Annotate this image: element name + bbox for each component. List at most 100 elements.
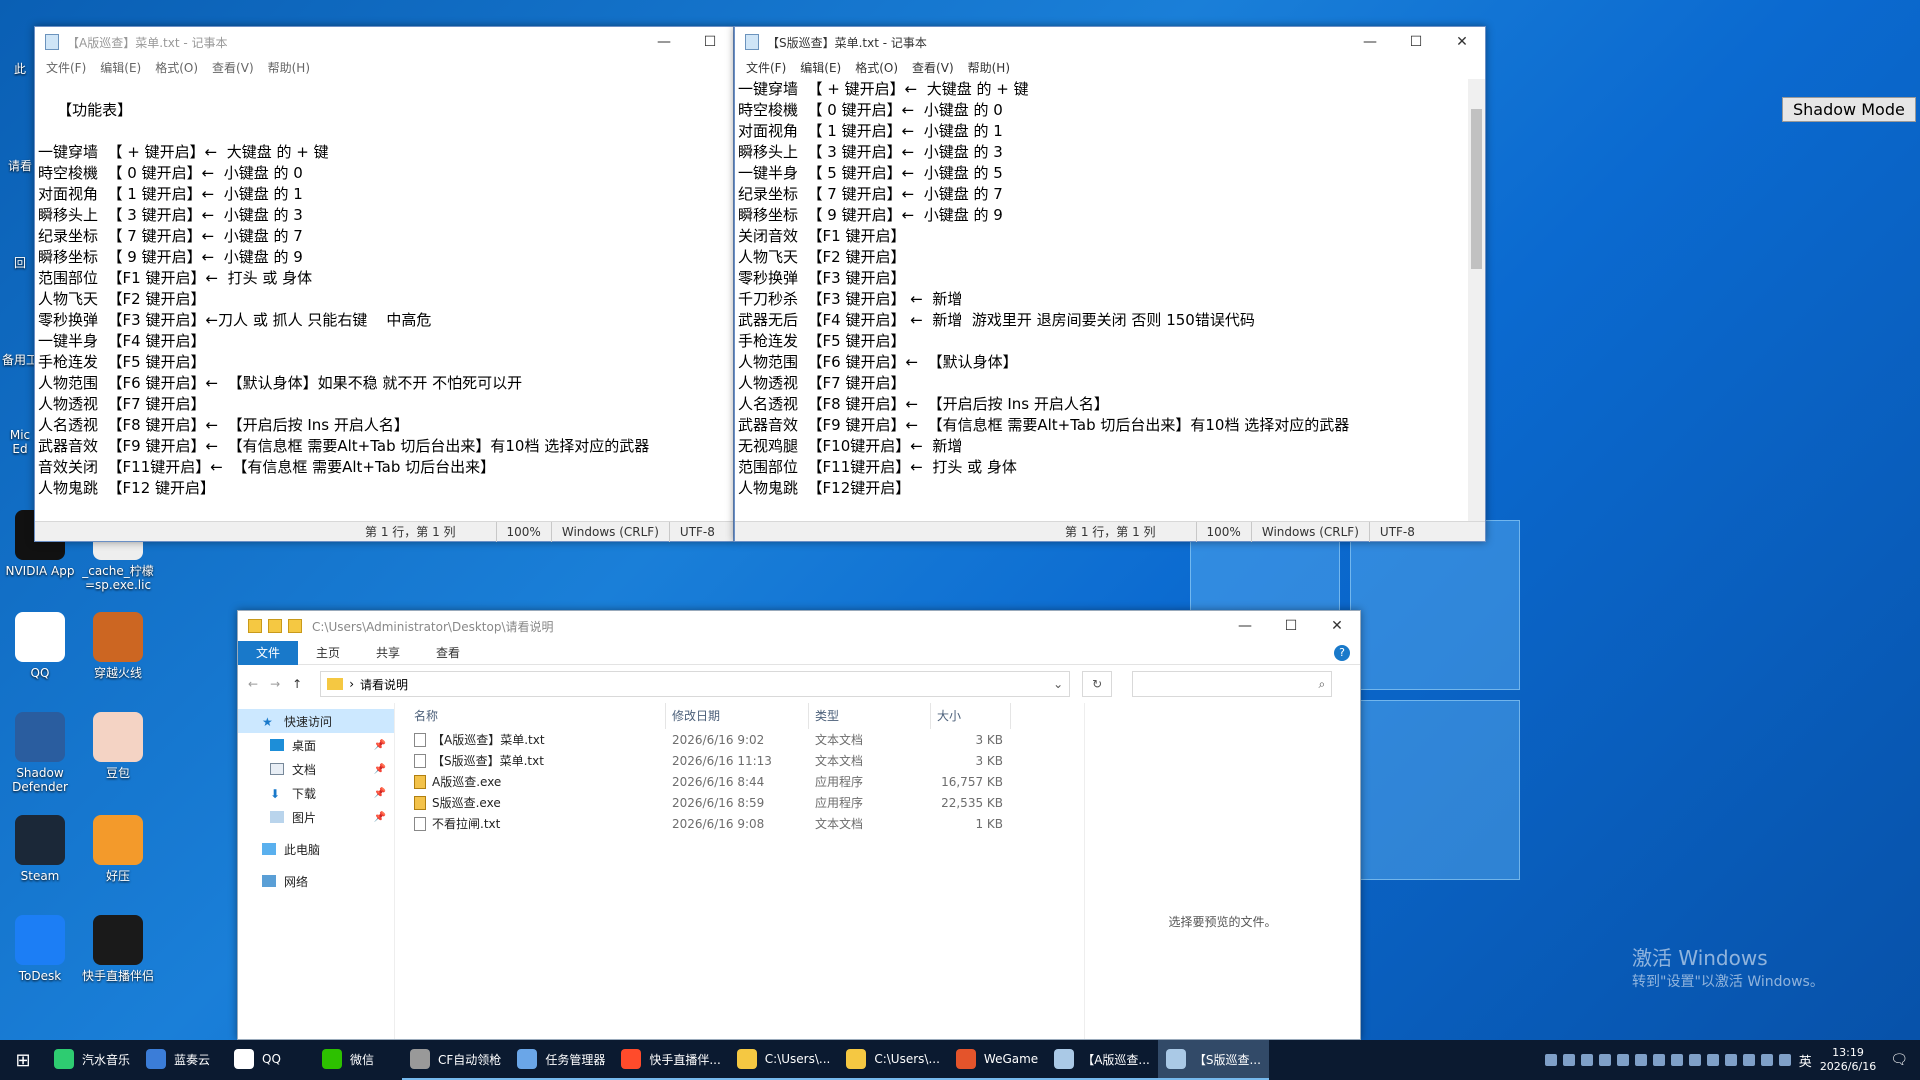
minimize-button[interactable]: — [1222, 611, 1268, 641]
shadow-mode-button[interactable]: Shadow Mode [1782, 97, 1916, 122]
desktop-icon-8[interactable]: ToDesk [2, 915, 78, 983]
taskbar-item[interactable]: CF自动领枪 [402, 1040, 510, 1080]
taskbar-item[interactable]: 任务管理器 [509, 1040, 614, 1080]
taskbar-item[interactable]: C:\Users\... [838, 1040, 948, 1080]
menu-edit[interactable]: 编辑(E) [793, 59, 848, 76]
maximize-button[interactable]: ☐ [1268, 611, 1314, 641]
tray-icon[interactable] [1562, 1054, 1575, 1066]
nav-pictures[interactable]: 图片 📌 [238, 805, 394, 829]
title-bar[interactable]: C:\Users\Administrator\Desktop\请看说明 — ☐ … [238, 611, 1360, 641]
tray-icon[interactable] [1670, 1054, 1683, 1066]
notification-icon[interactable]: 🗨 [1890, 1052, 1908, 1068]
tray-icon[interactable] [1760, 1054, 1773, 1066]
tray-icon[interactable] [1544, 1054, 1557, 1066]
tray-icon[interactable] [1688, 1054, 1701, 1066]
minimize-button[interactable]: — [1347, 27, 1393, 57]
taskbar-item[interactable]: 快手直播伴... [613, 1040, 729, 1080]
tray-icon[interactable] [1724, 1054, 1737, 1066]
desktop-icon-6[interactable]: Steam [2, 815, 78, 883]
nav-this-pc[interactable]: 此电脑 [238, 837, 394, 861]
title-bar[interactable]: 【A版巡查】菜单.txt - 记事本 — ☐ [35, 27, 733, 57]
properties-icon[interactable] [268, 619, 282, 633]
taskbar-item[interactable]: 【S版巡查... [1157, 1040, 1269, 1080]
taskbar-item[interactable]: 【A版巡查... [1046, 1040, 1158, 1080]
title-bar[interactable]: 【S版巡查】菜单.txt - 记事本 — ☐ ✕ [735, 27, 1485, 57]
menu-file[interactable]: 文件(F) [739, 59, 793, 76]
tray-icon[interactable] [1634, 1054, 1647, 1066]
address-bar[interactable]: › 请看说明 ⌄ [320, 671, 1071, 697]
clock[interactable]: 13:19 2026/6/16 [1820, 1046, 1876, 1074]
table-row[interactable]: 【A版巡查】菜单.txt 2026/6/16 9:02 文本文档 3 KB [406, 729, 1106, 750]
menu-file[interactable]: 文件(F) [39, 59, 93, 76]
menu-edit[interactable]: 编辑(E) [93, 59, 148, 76]
nav-network[interactable]: 网络 [238, 869, 394, 893]
search-input[interactable]: ⌕ [1132, 671, 1333, 697]
up-icon[interactable]: ↑ [292, 677, 302, 691]
taskbar-item[interactable]: 微信 [314, 1040, 402, 1080]
table-row[interactable]: S版巡查.exe 2026/6/16 8:59 应用程序 22,535 KB [406, 792, 1106, 813]
column-size[interactable]: 大小 [931, 703, 1011, 729]
taskbar-item[interactable]: 蓝奏云 [138, 1040, 226, 1080]
menu-help[interactable]: 帮助(H) [261, 59, 317, 76]
nav-downloads[interactable]: ⬇ 下载 📌 [238, 781, 394, 805]
close-button[interactable]: ✕ [1314, 611, 1360, 641]
table-row[interactable]: A版巡查.exe 2026/6/16 8:44 应用程序 16,757 KB [406, 771, 1106, 792]
taskbar-item[interactable]: C:\Users\... [728, 1040, 839, 1080]
tab-home[interactable]: 主页 [298, 641, 358, 665]
desktop-icon-2[interactable]: QQ [2, 612, 78, 680]
menu-format[interactable]: 格式(O) [148, 59, 205, 76]
text-editor[interactable]: 一键穿墙 【 + 键开启】← 大键盘 的 + 键 時空梭機 【 0 键开启】← … [735, 79, 1468, 521]
tray-icon[interactable] [1706, 1054, 1719, 1066]
chevron-down-icon[interactable]: ⌄ [1053, 677, 1063, 691]
tray-icon[interactable] [1616, 1054, 1629, 1066]
start-button[interactable]: ⊞ [0, 1040, 46, 1080]
help-icon[interactable]: ? [1334, 644, 1350, 661]
tab-view[interactable]: 查看 [418, 641, 478, 665]
scrollbar-thumb[interactable] [1471, 109, 1482, 269]
tray-icon[interactable] [1778, 1054, 1791, 1066]
file-date: 2026/6/16 8:44 [672, 774, 765, 789]
nav-quick-access[interactable]: ★ 快速访问 [238, 709, 394, 733]
text-editor[interactable]: 【功能表】 一键穿墙 【 + 键开启】← 大键盘 的 + 键 時空梭機 【 0 … [35, 79, 733, 521]
file-explorer-window[interactable]: C:\Users\Administrator\Desktop\请看说明 — ☐ … [237, 610, 1361, 1040]
refresh-button[interactable]: ↻ [1082, 671, 1113, 697]
table-row[interactable]: 【S版巡查】菜单.txt 2026/6/16 11:13 文本文档 3 KB [406, 750, 1106, 771]
tray-icon[interactable] [1580, 1054, 1593, 1066]
close-button[interactable]: ✕ [1439, 27, 1485, 57]
taskbar-item[interactable]: 汽水音乐 [46, 1040, 138, 1080]
desktop-icon-9[interactable]: 快手直播伴侣 [80, 915, 156, 983]
nav-desktop[interactable]: 桌面 📌 [238, 733, 394, 757]
desktop-icon-4[interactable]: Shadow Defender [2, 712, 78, 794]
tray-icon[interactable] [1742, 1054, 1755, 1066]
nav-documents[interactable]: 文档 📌 [238, 757, 394, 781]
maximize-button[interactable]: ☐ [687, 27, 733, 57]
vertical-scrollbar[interactable] [1468, 79, 1485, 521]
taskbar-item[interactable]: WeGame [947, 1040, 1047, 1080]
taskbar-item[interactable]: QQ [226, 1040, 314, 1080]
tab-share[interactable]: 共享 [358, 641, 418, 665]
menu-help[interactable]: 帮助(H) [961, 59, 1017, 76]
ime-indicator[interactable]: 英 [1799, 1051, 1812, 1070]
desktop-icon-5[interactable]: 豆包 [80, 712, 156, 780]
tray-icon[interactable] [1652, 1054, 1665, 1066]
menu-view[interactable]: 查看(V) [905, 59, 961, 76]
notepad-window-s[interactable]: 【S版巡查】菜单.txt - 记事本 — ☐ ✕ 文件(F) 编辑(E) 格式(… [734, 26, 1486, 542]
maximize-button[interactable]: ☐ [1393, 27, 1439, 57]
column-date[interactable]: 修改日期 [666, 703, 809, 729]
forward-icon[interactable]: → [270, 677, 280, 691]
tab-file[interactable]: 文件 [238, 640, 299, 665]
new-folder-icon[interactable] [288, 619, 302, 633]
tray-icon[interactable] [1598, 1054, 1611, 1066]
file-type: 文本文档 [815, 754, 864, 768]
menu-format[interactable]: 格式(O) [848, 59, 905, 76]
back-icon[interactable]: ← [248, 677, 258, 691]
desktop-icon-3[interactable]: 穿越火线 [80, 612, 156, 680]
column-name[interactable]: 名称 [406, 703, 666, 729]
notepad-window-a[interactable]: 【A版巡查】菜单.txt - 记事本 — ☐ 文件(F) 编辑(E) 格式(O)… [34, 26, 734, 542]
menu-view[interactable]: 查看(V) [205, 59, 261, 76]
app-icon [93, 915, 143, 965]
table-row[interactable]: 不看拉闸.txt 2026/6/16 9:08 文本文档 1 KB [406, 813, 1106, 834]
minimize-button[interactable]: — [641, 27, 687, 57]
column-type[interactable]: 类型 [809, 703, 931, 729]
desktop-icon-7[interactable]: 好压 [80, 815, 156, 883]
